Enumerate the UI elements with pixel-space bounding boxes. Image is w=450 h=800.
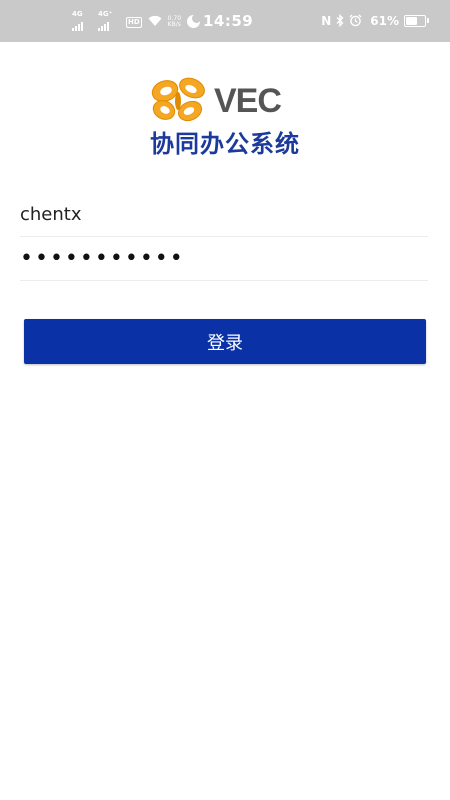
sim2-label: 4G⁺	[98, 10, 113, 18]
vec-logo: VEC	[148, 76, 300, 126]
nfc-icon: N	[321, 14, 332, 28]
password-value: •••••••••••	[20, 245, 185, 271]
password-input[interactable]: •••••••••••	[20, 236, 428, 281]
status-time: 14:59	[203, 12, 254, 30]
alarm-clock-icon	[349, 12, 362, 31]
sim1-label: 4G	[72, 10, 83, 18]
bluetooth-icon	[336, 12, 344, 31]
app-title: 协同办公系统	[150, 130, 300, 158]
wifi-icon	[148, 15, 162, 27]
username-value: chentx	[20, 203, 82, 225]
battery-percent: 61%	[370, 14, 399, 28]
hd-voice-icon: HD	[126, 17, 142, 28]
signal-sim1-icon: 4G	[72, 10, 92, 31]
status-bar: 4G 4G⁺ HD 0.70 KB/s 14:59 N 61%	[0, 0, 450, 42]
butterfly-logo-icon	[151, 77, 205, 122]
login-button[interactable]: 登录	[24, 319, 426, 364]
signal-sim2-icon: 4G⁺	[98, 10, 120, 31]
username-input[interactable]: chentx	[20, 192, 428, 237]
logo-text: VEC	[214, 82, 282, 120]
net-speed-unit: KB/s	[167, 21, 181, 28]
battery-fill	[406, 17, 417, 25]
do-not-disturb-icon	[187, 14, 202, 28]
net-speed: 0.70 KB/s	[168, 16, 181, 28]
battery-icon	[404, 15, 429, 27]
